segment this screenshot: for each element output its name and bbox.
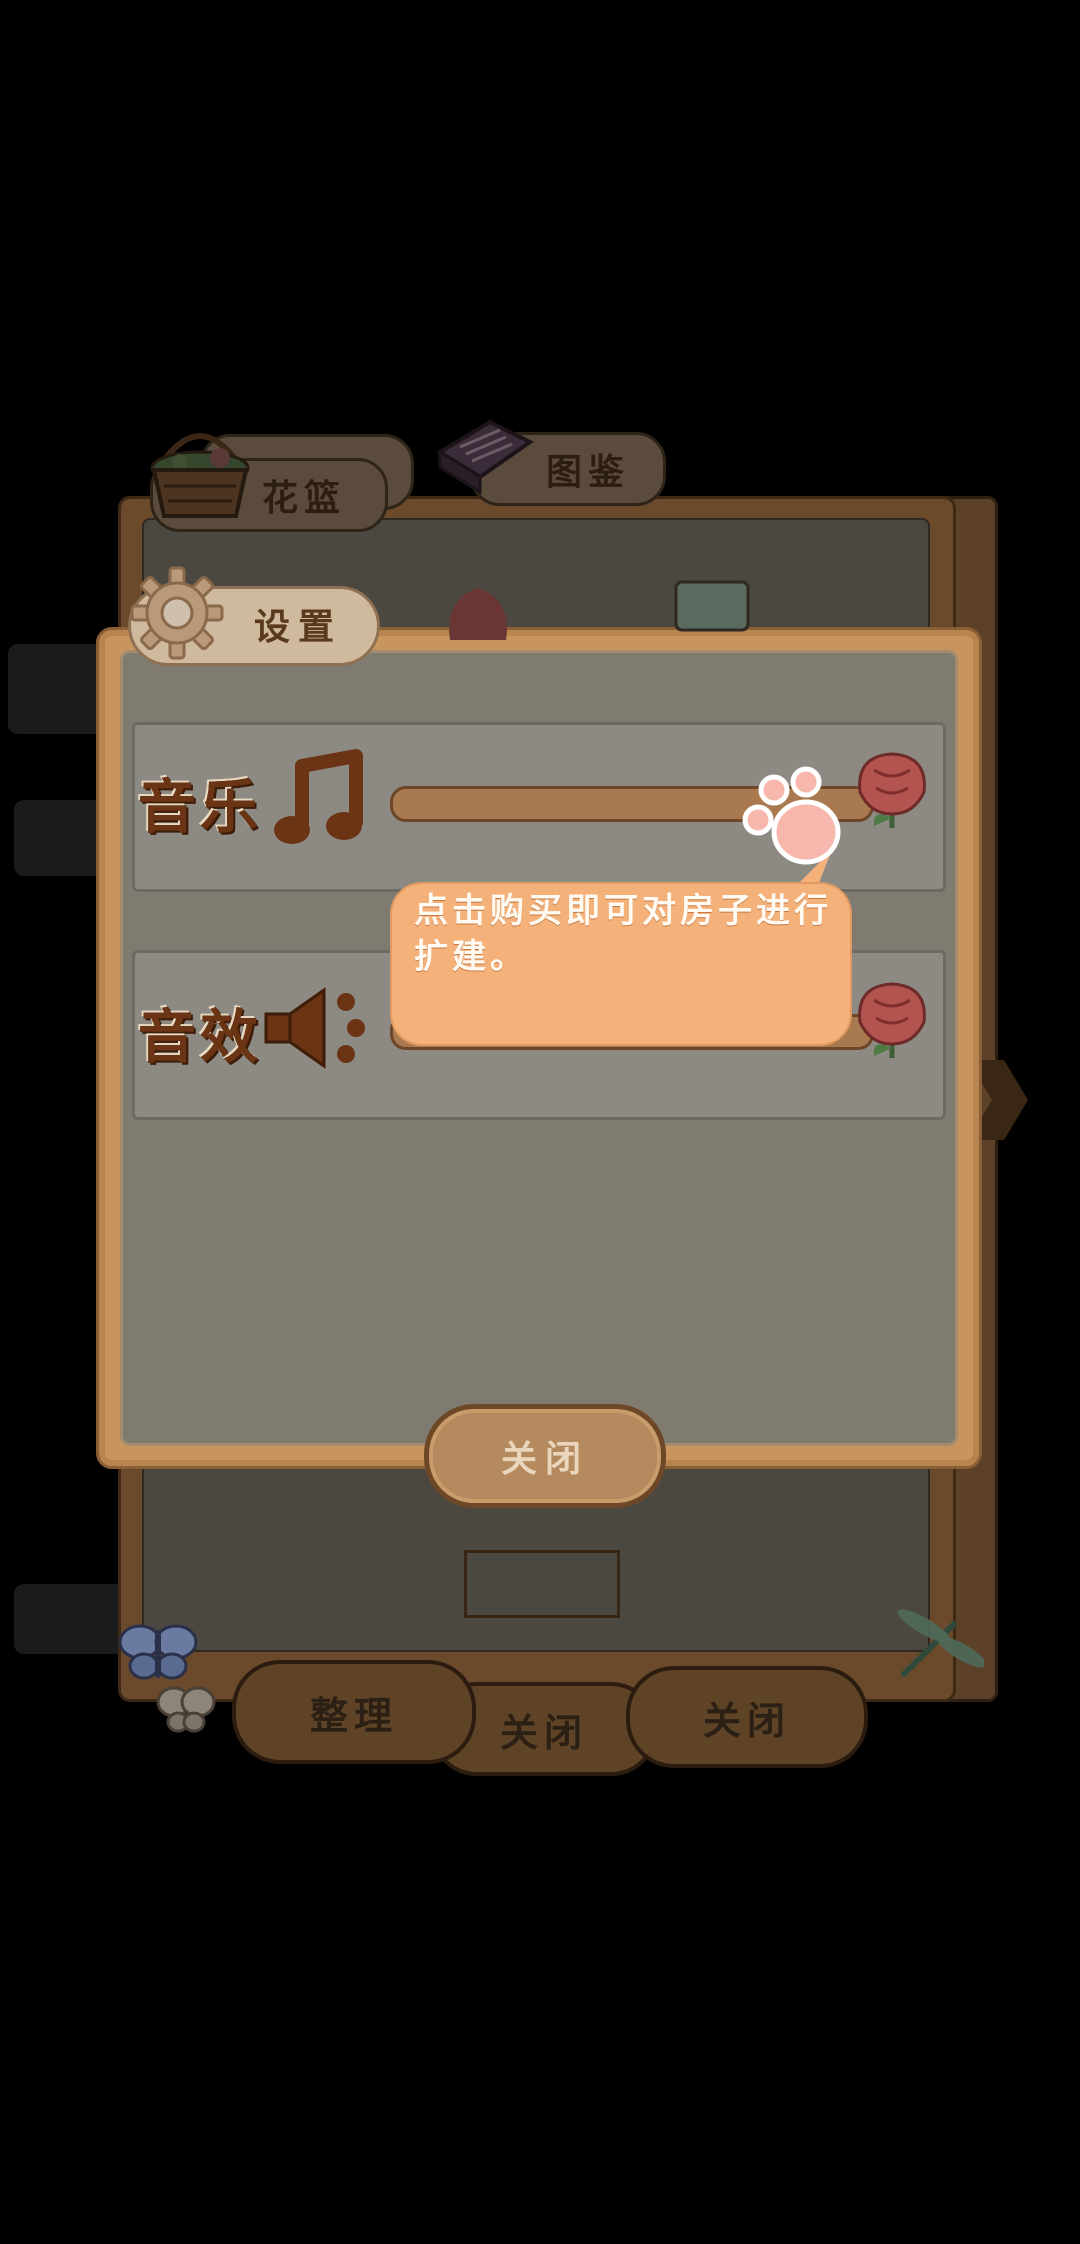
- music-label: 音乐: [138, 773, 263, 841]
- organize-label: 整理: [309, 1693, 398, 1738]
- dragonfly-icon: [897, 1609, 984, 1677]
- tutorial-text: 点击购买即可对房子进行扩建。: [414, 891, 832, 977]
- tab-encyclopedia-label: 图鉴: [545, 452, 630, 493]
- background-close-label: 关闭: [499, 1710, 588, 1755]
- background-close-right-label: 关闭: [702, 1698, 791, 1743]
- butterfly-icon: [118, 1624, 198, 1680]
- background-empty-slot: [464, 1550, 620, 1618]
- tab-flower-basket-label: 花篮: [261, 478, 346, 519]
- paw-pointer-icon: [742, 766, 841, 865]
- settings-close-button[interactable]: 关闭: [424, 1404, 666, 1508]
- speaker-icon: [264, 987, 365, 1069]
- dimmed-letter-icon: [674, 580, 750, 632]
- settings-tab-label: 设置: [254, 607, 343, 648]
- moth-icon: [156, 1686, 216, 1733]
- background-close-button-right[interactable]: 关闭: [626, 1666, 868, 1768]
- book-icon: [436, 419, 534, 495]
- dimmed-rose-icon: [449, 588, 507, 640]
- gear-icon: [130, 566, 224, 660]
- organize-button[interactable]: 整理: [232, 1660, 476, 1764]
- music-slider-rose-handle-icon[interactable]: [852, 748, 932, 834]
- sound-effect-label: 音效: [138, 1003, 263, 1071]
- flower-basket-icon: [150, 433, 250, 518]
- settings-close-label: 关闭: [500, 1439, 589, 1480]
- music-note-icon: [274, 749, 363, 844]
- sound-effect-slider-rose-handle-icon[interactable]: [852, 978, 932, 1064]
- dimmed-side-element: [14, 1584, 126, 1654]
